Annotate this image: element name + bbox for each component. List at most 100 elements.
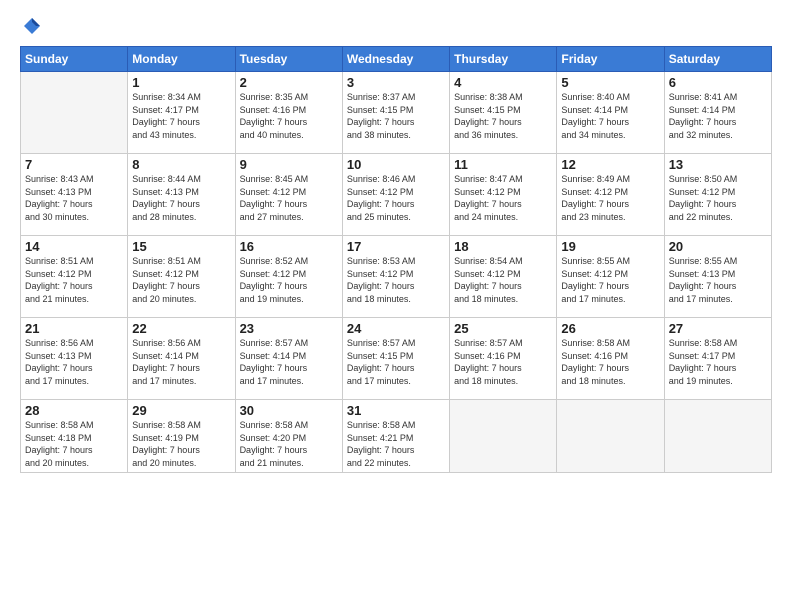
day-info: Sunrise: 8:47 AM Sunset: 4:12 PM Dayligh… [454,173,552,223]
calendar-cell: 29Sunrise: 8:58 AM Sunset: 4:19 PM Dayli… [128,400,235,473]
day-number: 22 [132,321,230,336]
day-number: 19 [561,239,659,254]
day-info: Sunrise: 8:40 AM Sunset: 4:14 PM Dayligh… [561,91,659,141]
calendar-cell: 20Sunrise: 8:55 AM Sunset: 4:13 PM Dayli… [664,236,771,318]
calendar-cell [664,400,771,473]
week-row-3: 14Sunrise: 8:51 AM Sunset: 4:12 PM Dayli… [21,236,772,318]
day-number: 11 [454,157,552,172]
day-info: Sunrise: 8:55 AM Sunset: 4:12 PM Dayligh… [561,255,659,305]
day-number: 14 [25,239,123,254]
day-number: 5 [561,75,659,90]
day-header-thursday: Thursday [450,47,557,72]
calendar-cell: 19Sunrise: 8:55 AM Sunset: 4:12 PM Dayli… [557,236,664,318]
calendar-cell [557,400,664,473]
day-number: 24 [347,321,445,336]
day-info: Sunrise: 8:57 AM Sunset: 4:16 PM Dayligh… [454,337,552,387]
day-info: Sunrise: 8:38 AM Sunset: 4:15 PM Dayligh… [454,91,552,141]
day-header-sunday: Sunday [21,47,128,72]
week-row-2: 7Sunrise: 8:43 AM Sunset: 4:13 PM Daylig… [21,154,772,236]
day-info: Sunrise: 8:34 AM Sunset: 4:17 PM Dayligh… [132,91,230,141]
calendar-cell: 30Sunrise: 8:58 AM Sunset: 4:20 PM Dayli… [235,400,342,473]
week-row-1: 1Sunrise: 8:34 AM Sunset: 4:17 PM Daylig… [21,72,772,154]
day-info: Sunrise: 8:35 AM Sunset: 4:16 PM Dayligh… [240,91,338,141]
day-info: Sunrise: 8:44 AM Sunset: 4:13 PM Dayligh… [132,173,230,223]
calendar-cell: 18Sunrise: 8:54 AM Sunset: 4:12 PM Dayli… [450,236,557,318]
day-number: 31 [347,403,445,418]
day-info: Sunrise: 8:43 AM Sunset: 4:13 PM Dayligh… [25,173,123,223]
day-number: 21 [25,321,123,336]
calendar-cell: 2Sunrise: 8:35 AM Sunset: 4:16 PM Daylig… [235,72,342,154]
calendar-cell: 8Sunrise: 8:44 AM Sunset: 4:13 PM Daylig… [128,154,235,236]
week-row-4: 21Sunrise: 8:56 AM Sunset: 4:13 PM Dayli… [21,318,772,400]
day-info: Sunrise: 8:52 AM Sunset: 4:12 PM Dayligh… [240,255,338,305]
day-info: Sunrise: 8:51 AM Sunset: 4:12 PM Dayligh… [25,255,123,305]
calendar-cell: 24Sunrise: 8:57 AM Sunset: 4:15 PM Dayli… [342,318,449,400]
day-info: Sunrise: 8:58 AM Sunset: 4:17 PM Dayligh… [669,337,767,387]
calendar-cell: 7Sunrise: 8:43 AM Sunset: 4:13 PM Daylig… [21,154,128,236]
day-number: 29 [132,403,230,418]
logo [20,16,42,36]
day-number: 18 [454,239,552,254]
day-info: Sunrise: 8:57 AM Sunset: 4:14 PM Dayligh… [240,337,338,387]
day-number: 23 [240,321,338,336]
day-number: 10 [347,157,445,172]
calendar-cell: 31Sunrise: 8:58 AM Sunset: 4:21 PM Dayli… [342,400,449,473]
day-info: Sunrise: 8:54 AM Sunset: 4:12 PM Dayligh… [454,255,552,305]
calendar-cell: 6Sunrise: 8:41 AM Sunset: 4:14 PM Daylig… [664,72,771,154]
day-header-wednesday: Wednesday [342,47,449,72]
calendar-cell [21,72,128,154]
day-info: Sunrise: 8:46 AM Sunset: 4:12 PM Dayligh… [347,173,445,223]
calendar-table: SundayMondayTuesdayWednesdayThursdayFrid… [20,46,772,473]
calendar-cell: 26Sunrise: 8:58 AM Sunset: 4:16 PM Dayli… [557,318,664,400]
calendar-cell: 1Sunrise: 8:34 AM Sunset: 4:17 PM Daylig… [128,72,235,154]
calendar-cell: 28Sunrise: 8:58 AM Sunset: 4:18 PM Dayli… [21,400,128,473]
days-row: SundayMondayTuesdayWednesdayThursdayFrid… [21,47,772,72]
calendar-cell: 22Sunrise: 8:56 AM Sunset: 4:14 PM Dayli… [128,318,235,400]
day-number: 13 [669,157,767,172]
day-number: 6 [669,75,767,90]
day-number: 17 [347,239,445,254]
day-header-monday: Monday [128,47,235,72]
day-number: 9 [240,157,338,172]
day-number: 12 [561,157,659,172]
calendar-cell: 25Sunrise: 8:57 AM Sunset: 4:16 PM Dayli… [450,318,557,400]
day-number: 16 [240,239,338,254]
header [20,16,772,36]
day-info: Sunrise: 8:56 AM Sunset: 4:13 PM Dayligh… [25,337,123,387]
calendar-cell: 5Sunrise: 8:40 AM Sunset: 4:14 PM Daylig… [557,72,664,154]
calendar-cell: 16Sunrise: 8:52 AM Sunset: 4:12 PM Dayli… [235,236,342,318]
calendar-cell: 3Sunrise: 8:37 AM Sunset: 4:15 PM Daylig… [342,72,449,154]
day-info: Sunrise: 8:58 AM Sunset: 4:19 PM Dayligh… [132,419,230,469]
calendar-cell: 27Sunrise: 8:58 AM Sunset: 4:17 PM Dayli… [664,318,771,400]
calendar-cell: 4Sunrise: 8:38 AM Sunset: 4:15 PM Daylig… [450,72,557,154]
day-number: 4 [454,75,552,90]
day-info: Sunrise: 8:41 AM Sunset: 4:14 PM Dayligh… [669,91,767,141]
week-row-5: 28Sunrise: 8:58 AM Sunset: 4:18 PM Dayli… [21,400,772,473]
day-info: Sunrise: 8:49 AM Sunset: 4:12 PM Dayligh… [561,173,659,223]
logo-icon [22,16,42,36]
calendar-cell: 15Sunrise: 8:51 AM Sunset: 4:12 PM Dayli… [128,236,235,318]
calendar-cell: 13Sunrise: 8:50 AM Sunset: 4:12 PM Dayli… [664,154,771,236]
day-number: 28 [25,403,123,418]
day-number: 2 [240,75,338,90]
day-info: Sunrise: 8:37 AM Sunset: 4:15 PM Dayligh… [347,91,445,141]
day-info: Sunrise: 8:53 AM Sunset: 4:12 PM Dayligh… [347,255,445,305]
calendar-cell [450,400,557,473]
day-header-tuesday: Tuesday [235,47,342,72]
day-info: Sunrise: 8:58 AM Sunset: 4:18 PM Dayligh… [25,419,123,469]
calendar-header: SundayMondayTuesdayWednesdayThursdayFrid… [21,47,772,72]
calendar-cell: 23Sunrise: 8:57 AM Sunset: 4:14 PM Dayli… [235,318,342,400]
calendar-cell: 21Sunrise: 8:56 AM Sunset: 4:13 PM Dayli… [21,318,128,400]
day-info: Sunrise: 8:58 AM Sunset: 4:21 PM Dayligh… [347,419,445,469]
day-info: Sunrise: 8:45 AM Sunset: 4:12 PM Dayligh… [240,173,338,223]
day-info: Sunrise: 8:58 AM Sunset: 4:16 PM Dayligh… [561,337,659,387]
day-number: 3 [347,75,445,90]
calendar-page: SundayMondayTuesdayWednesdayThursdayFrid… [0,0,792,612]
calendar-cell: 11Sunrise: 8:47 AM Sunset: 4:12 PM Dayli… [450,154,557,236]
day-number: 25 [454,321,552,336]
calendar-body: 1Sunrise: 8:34 AM Sunset: 4:17 PM Daylig… [21,72,772,473]
day-info: Sunrise: 8:56 AM Sunset: 4:14 PM Dayligh… [132,337,230,387]
calendar-cell: 14Sunrise: 8:51 AM Sunset: 4:12 PM Dayli… [21,236,128,318]
day-number: 26 [561,321,659,336]
calendar-cell: 12Sunrise: 8:49 AM Sunset: 4:12 PM Dayli… [557,154,664,236]
